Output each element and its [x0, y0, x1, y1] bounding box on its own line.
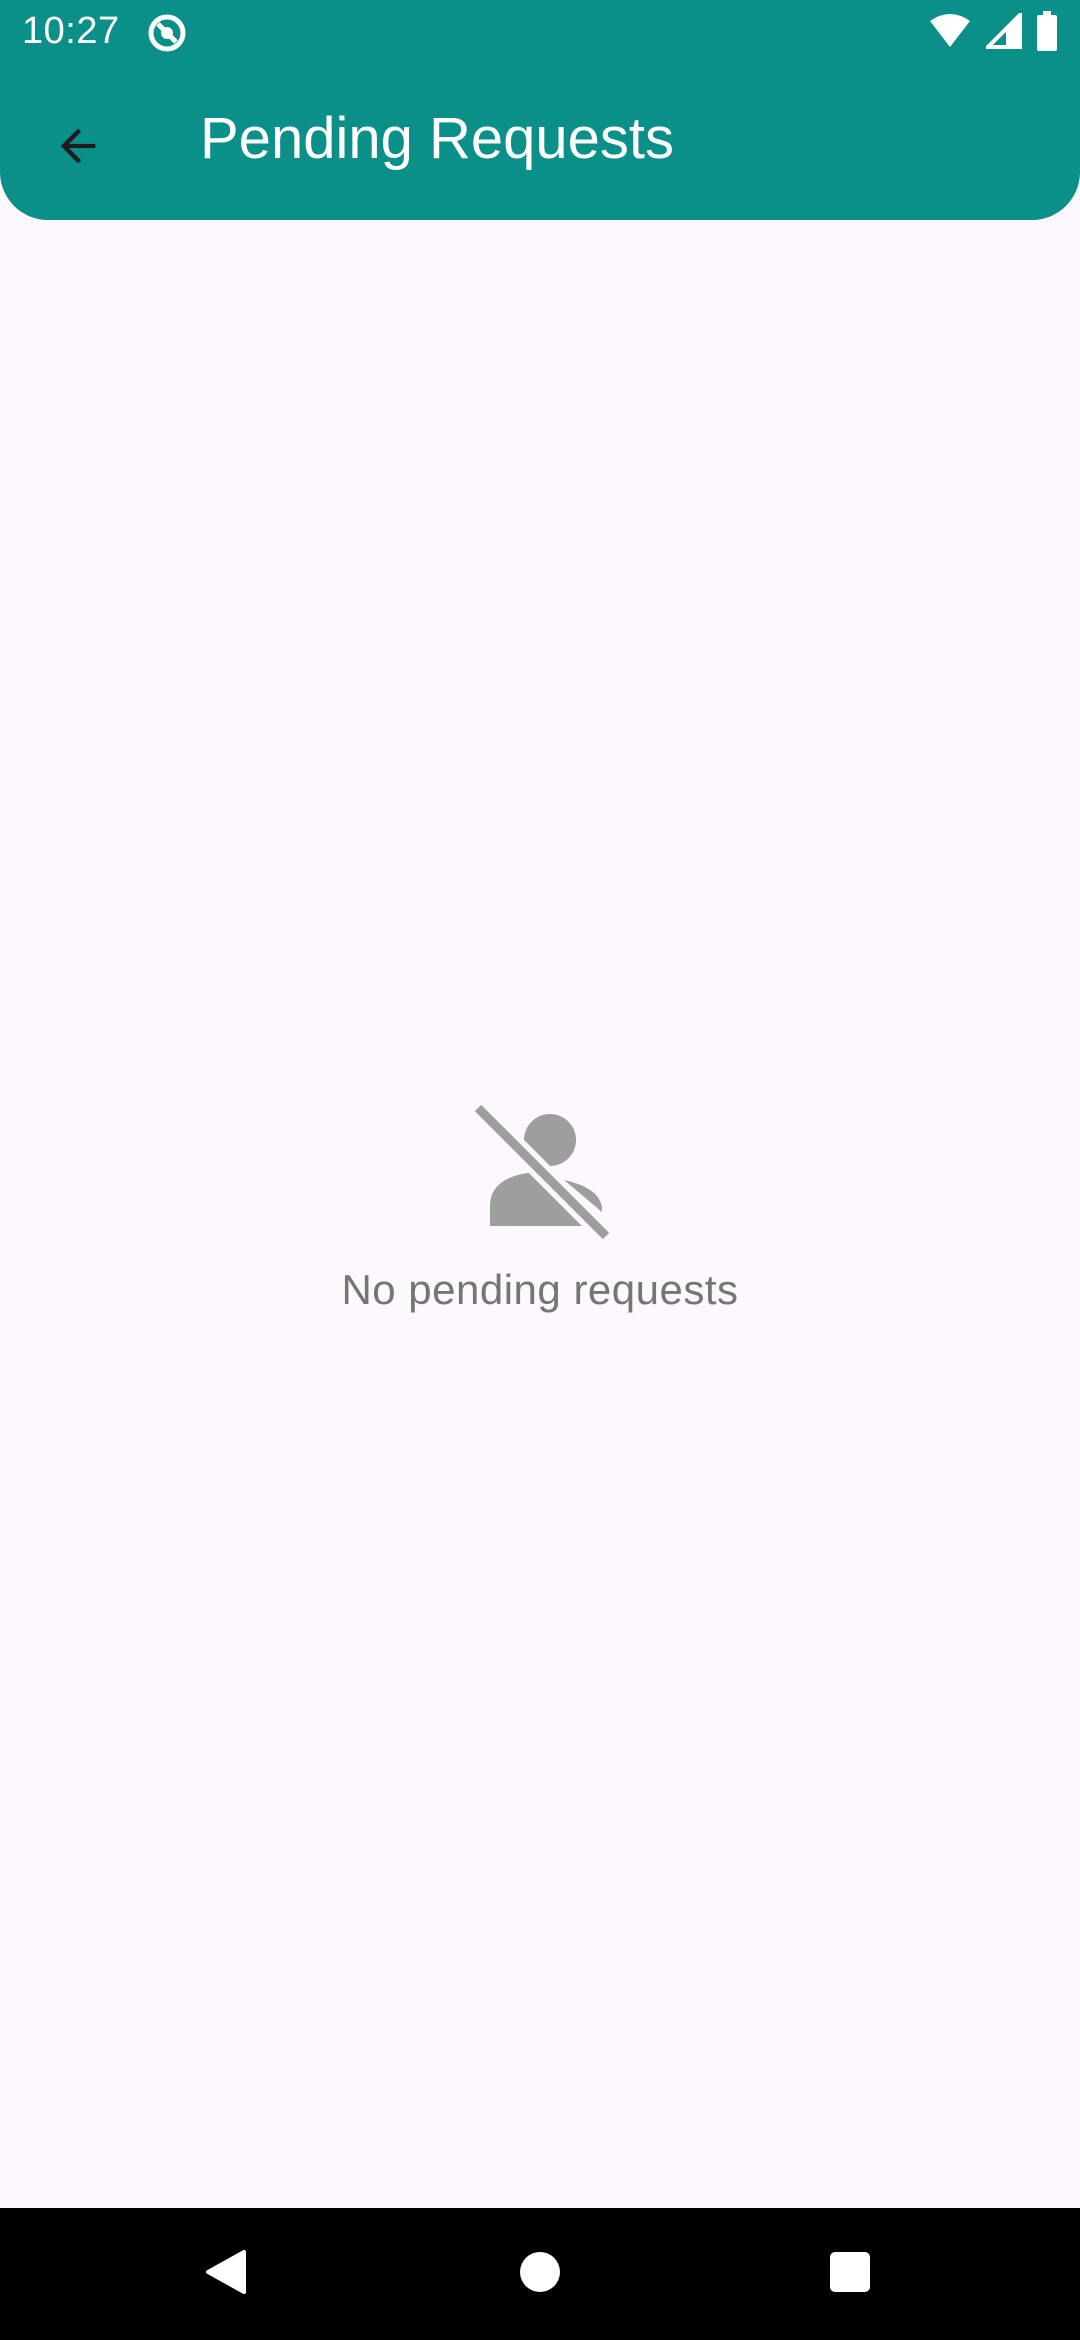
app-bar: Pending Requests	[0, 66, 1080, 220]
page-title: Pending Requests	[200, 106, 674, 171]
nav-back-button[interactable]	[186, 2234, 266, 2314]
person-off-icon	[470, 1100, 614, 1244]
back-triangle-icon	[204, 2248, 248, 2301]
empty-state: No pending requests	[0, 1100, 1080, 1314]
status-bar: 10:27	[0, 0, 1080, 66]
cellular-icon	[983, 9, 1022, 54]
top-header: 10:27 Pending Requests	[0, 0, 1080, 220]
home-circle-icon	[519, 2251, 561, 2298]
app-notification-icon	[146, 12, 188, 54]
status-icons	[928, 9, 1058, 56]
wifi-icon	[928, 13, 972, 54]
navigation-bar	[0, 2208, 1080, 2340]
status-time: 10:27	[22, 10, 120, 52]
back-button[interactable]	[36, 106, 120, 190]
battery-icon	[1036, 10, 1058, 56]
empty-message: No pending requests	[341, 1266, 739, 1313]
screen: 10:27 Pending Requests No pending reques…	[0, 0, 1080, 2340]
nav-home-button[interactable]	[500, 2234, 580, 2314]
recents-square-icon	[829, 2251, 871, 2298]
arrow-back-icon	[52, 120, 104, 177]
nav-recents-button[interactable]	[810, 2234, 890, 2314]
